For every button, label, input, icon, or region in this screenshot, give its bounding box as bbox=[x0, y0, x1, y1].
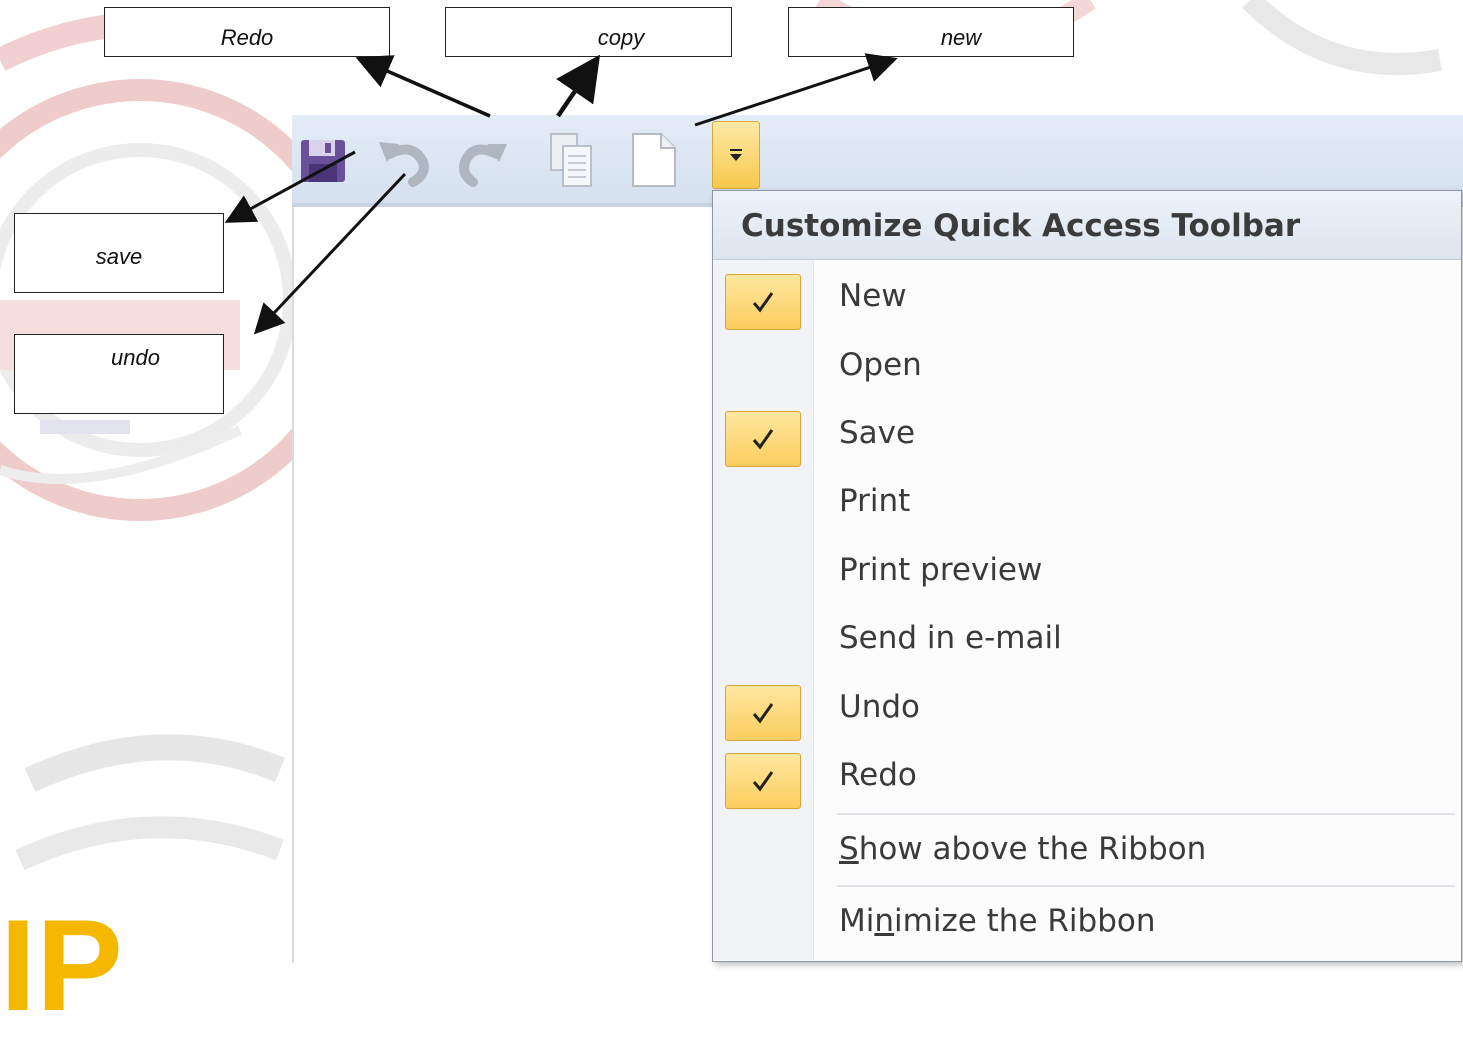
callout-undo: undo bbox=[14, 334, 224, 414]
watermark-logo-fragment: IP bbox=[0, 892, 123, 1038]
menu-separator bbox=[837, 885, 1455, 887]
menu-item-label: Print bbox=[839, 483, 911, 519]
callout-new-label: new bbox=[940, 25, 982, 50]
qat-undo-button[interactable] bbox=[372, 129, 434, 191]
checkbox-new bbox=[725, 274, 801, 330]
customize-qat-dropdown-button[interactable] bbox=[712, 121, 760, 189]
menu-item-minimize-ribbon[interactable]: Minimize the Ribbon bbox=[713, 893, 1461, 959]
undo-icon bbox=[379, 142, 429, 187]
qat-redo-button[interactable] bbox=[452, 129, 514, 191]
menu-item-label: Save bbox=[839, 415, 916, 451]
callout-redo-label: Redo bbox=[220, 25, 274, 50]
qat-new-button[interactable] bbox=[622, 129, 684, 191]
redo-icon bbox=[459, 144, 507, 187]
chevron-down-icon bbox=[730, 149, 742, 161]
save-icon bbox=[301, 140, 345, 182]
menu-item-redo[interactable]: Redo bbox=[713, 747, 1461, 813]
menu-item-open[interactable]: Open bbox=[713, 337, 1461, 403]
checkbox-undo bbox=[725, 685, 801, 741]
menu-item-send-in-email[interactable]: Send in e-mail bbox=[713, 610, 1461, 676]
callout-save: save bbox=[14, 213, 224, 293]
customize-qat-menu: Customize Quick Access Toolbar New Open … bbox=[712, 190, 1462, 962]
menu-item-save[interactable]: Save bbox=[713, 405, 1461, 471]
menu-item-label: Print preview bbox=[839, 552, 1043, 588]
checkmark-icon bbox=[752, 703, 774, 724]
menu-item-label: Send in e-mail bbox=[839, 620, 1062, 656]
callout-undo-label: undo bbox=[111, 345, 160, 370]
menu-header: Customize Quick Access Toolbar bbox=[713, 191, 1461, 260]
menu-item-undo[interactable]: Undo bbox=[713, 679, 1461, 745]
new-document-icon bbox=[632, 133, 676, 187]
menu-item-new[interactable]: New bbox=[713, 268, 1461, 334]
callout-copy-label: copy bbox=[597, 25, 645, 50]
checkbox-redo bbox=[725, 753, 801, 809]
qat-copy-button[interactable] bbox=[540, 129, 602, 191]
callout-copy: copy bbox=[445, 7, 732, 57]
copy-icon bbox=[550, 133, 592, 187]
menu-item-print[interactable]: Print bbox=[713, 473, 1461, 539]
checkmark-icon bbox=[752, 429, 774, 450]
menu-item-label: Undo bbox=[839, 689, 920, 725]
checkbox-save bbox=[725, 411, 801, 467]
callout-save-label: save bbox=[95, 244, 143, 269]
checkmark-icon bbox=[752, 771, 774, 792]
menu-item-label: New bbox=[839, 278, 907, 314]
menu-item-label: Minimize the Ribbon bbox=[839, 903, 1156, 939]
callout-new: new bbox=[788, 7, 1074, 57]
qat-save-button[interactable] bbox=[292, 129, 354, 191]
callout-redo: Redo bbox=[104, 7, 390, 57]
menu-item-label: Redo bbox=[839, 757, 917, 793]
menu-item-label: Show above the Ribbon bbox=[839, 831, 1207, 867]
menu-item-label: Open bbox=[839, 347, 922, 383]
menu-item-print-preview[interactable]: Print preview bbox=[713, 542, 1461, 608]
checkmark-icon bbox=[752, 292, 774, 313]
menu-separator bbox=[837, 813, 1455, 815]
menu-title: Customize Quick Access Toolbar bbox=[741, 208, 1301, 244]
menu-item-show-above-ribbon[interactable]: Show above the Ribbon bbox=[713, 821, 1461, 887]
